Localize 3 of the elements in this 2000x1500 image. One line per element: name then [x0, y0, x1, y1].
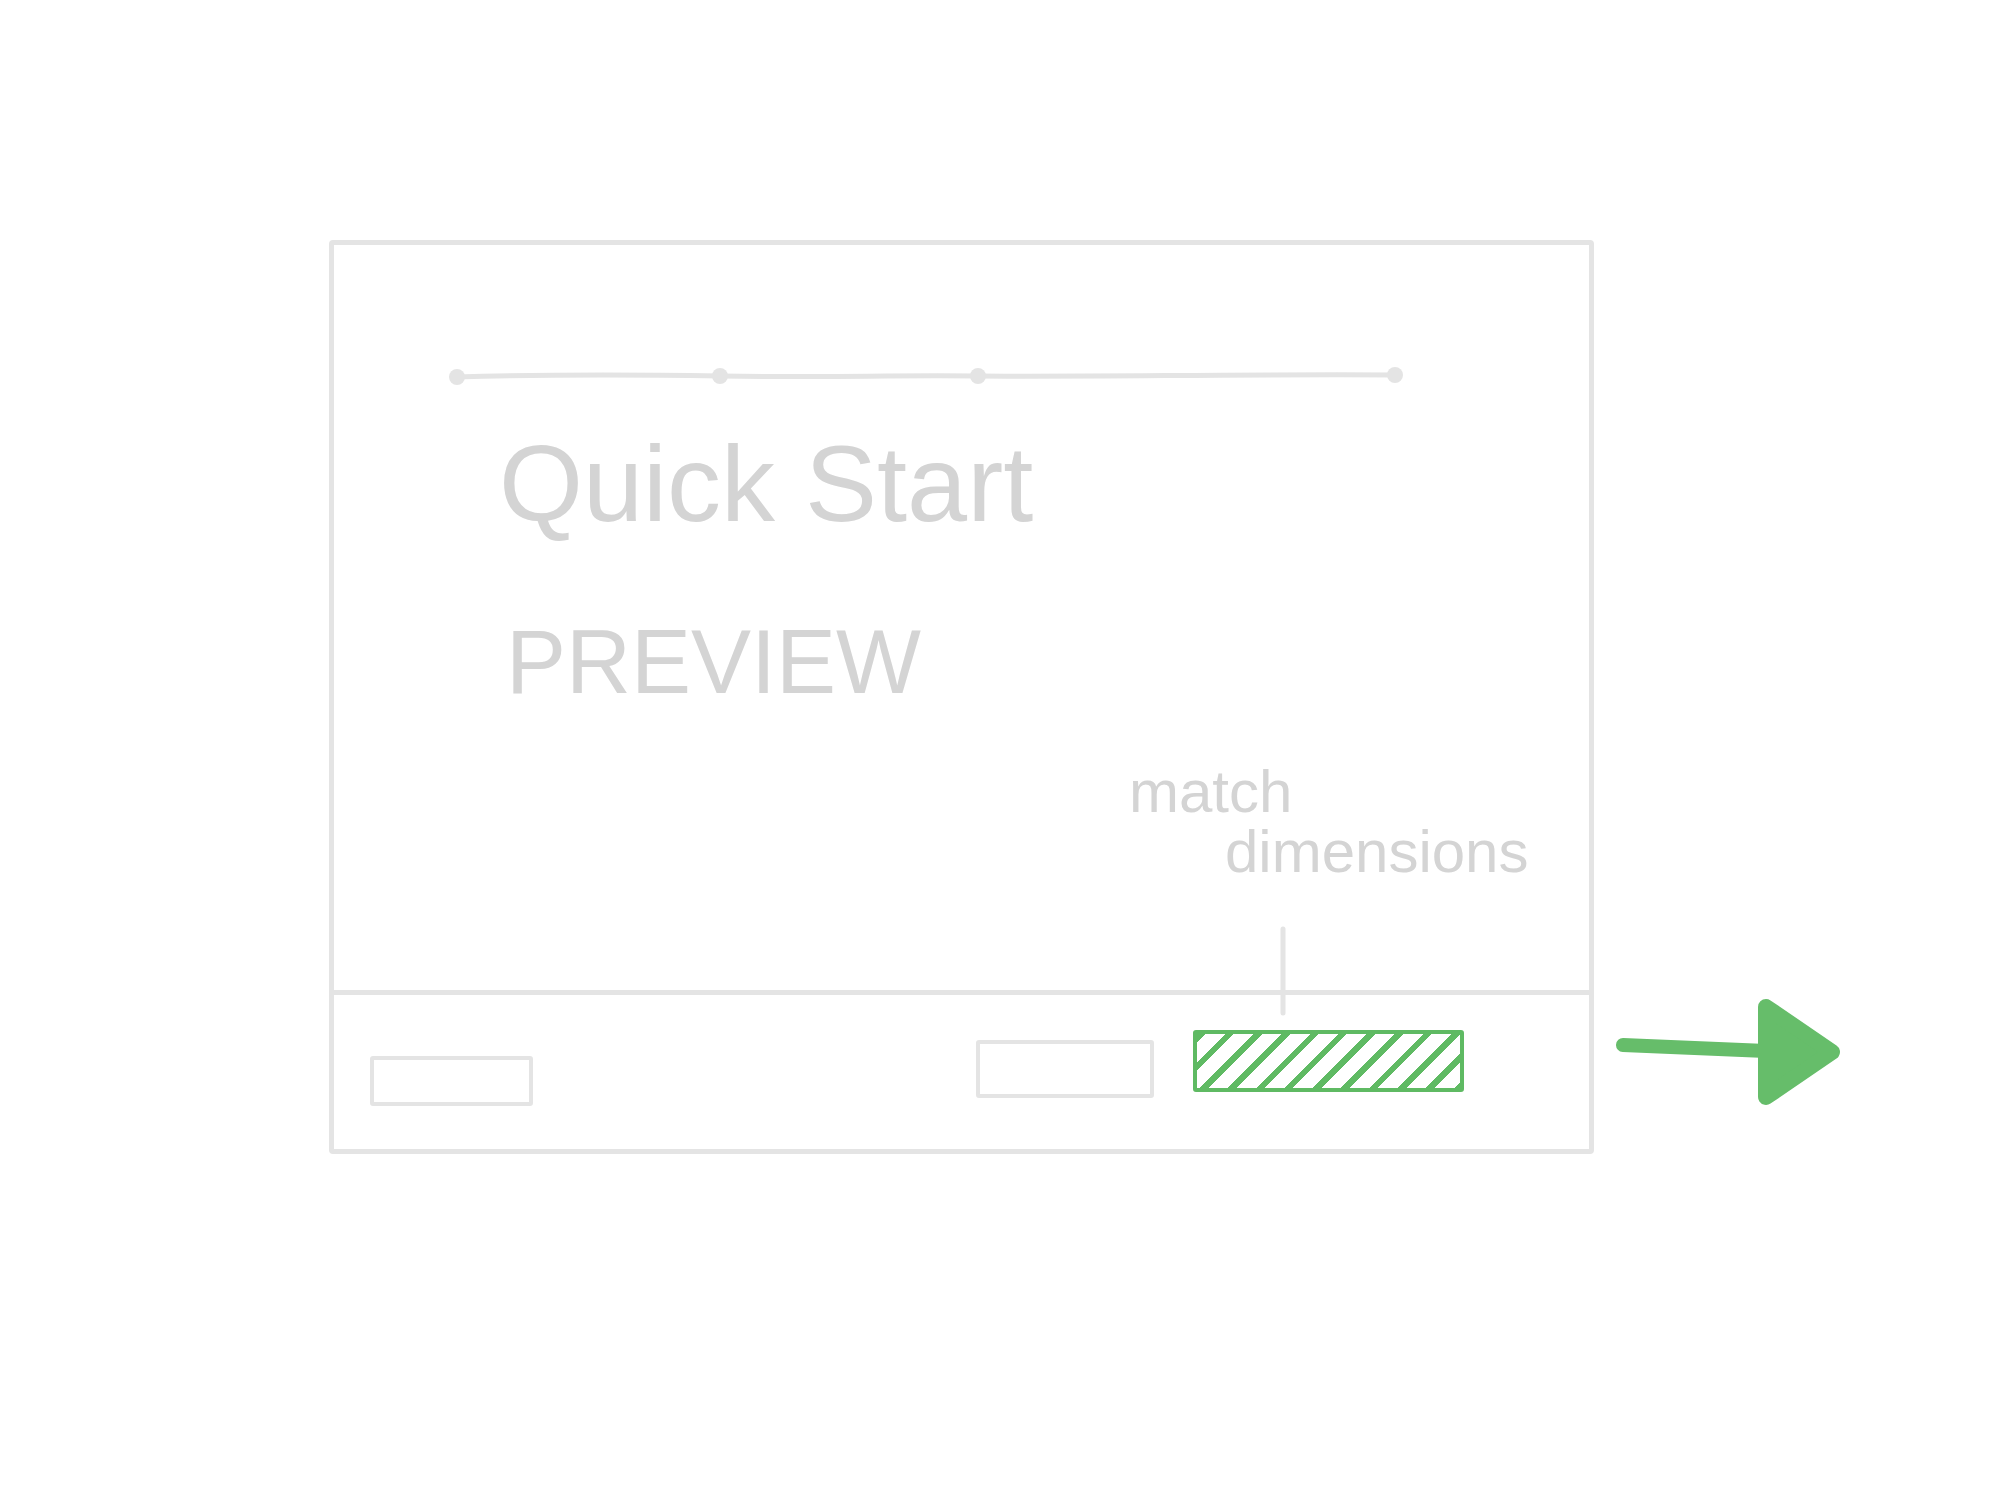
- primary-button[interactable]: [1193, 1030, 1464, 1092]
- blank-button[interactable]: [976, 1040, 1154, 1098]
- blank-button[interactable]: [370, 1056, 533, 1106]
